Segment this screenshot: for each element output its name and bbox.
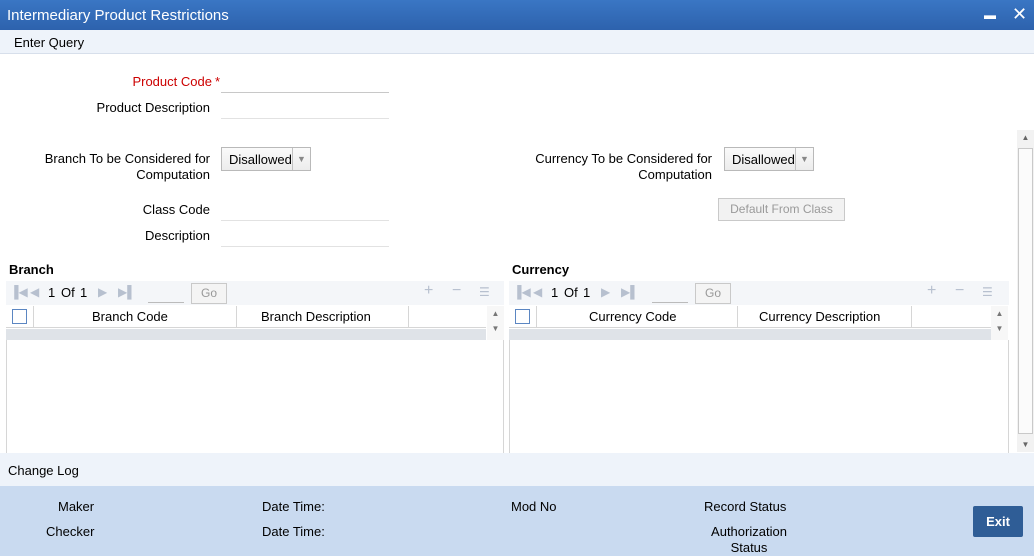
close-icon[interactable]: ✕ [1012, 4, 1027, 25]
scroll-down-icon[interactable]: ▼ [1017, 440, 1034, 449]
scroll-up-icon: ▲ [995, 309, 1004, 318]
next-page-icon[interactable]: ▶ [601, 285, 610, 299]
branch-go-button[interactable]: Go [191, 283, 227, 304]
currency-grid-body [509, 340, 1009, 453]
last-page-icon[interactable]: ▶▌ [118, 285, 136, 299]
product-code-input[interactable] [221, 69, 389, 93]
currency-consider-label: Currency To be Considered for Computatio… [535, 151, 712, 182]
first-page-icon[interactable]: ▐◀ [10, 285, 28, 299]
checker-date-time-label: Date Time: [262, 524, 325, 539]
maker-label: Maker [58, 499, 95, 514]
window-title: Intermediary Product Restrictions [7, 7, 229, 24]
delete-row-icon[interactable]: − [452, 282, 461, 300]
required-mark: * [214, 74, 220, 89]
change-log-title[interactable]: Change Log [8, 463, 79, 478]
page-scrollbar[interactable]: ▲ ▼ [1017, 130, 1034, 452]
column-currency-code[interactable]: Currency Code [589, 309, 676, 324]
branch-page-input[interactable] [148, 302, 184, 303]
currency-page-input[interactable] [652, 302, 688, 303]
audit-footer: Maker Checker Date Time: Date Time: Mod … [0, 486, 1034, 556]
prev-page-icon[interactable]: ◀ [533, 285, 542, 299]
product-description-label: Product Description [96, 100, 210, 115]
next-page-icon[interactable]: ▶ [98, 285, 107, 299]
branch-page-total: 1 [80, 285, 88, 300]
scroll-up-icon[interactable]: ▲ [1017, 133, 1034, 142]
chevron-down-icon: ▼ [795, 148, 813, 170]
currency-grid-scrollbar[interactable]: ▲ ▼ [991, 306, 1008, 340]
delete-row-icon[interactable]: − [955, 282, 964, 300]
first-page-icon[interactable]: ▐◀ [513, 285, 531, 299]
enter-query-menu[interactable]: Enter Query [14, 35, 84, 50]
branch-grid-body [6, 340, 504, 453]
select-all-checkbox[interactable] [12, 309, 27, 324]
branch-grid-scrollbar[interactable]: ▲ ▼ [487, 306, 504, 340]
chevron-down-icon: ▼ [292, 148, 310, 170]
branch-grid-header: Branch Code Branch Description [6, 306, 486, 328]
currency-page-total: 1 [583, 285, 591, 300]
table-row[interactable] [509, 329, 991, 340]
product-code-label: Product Code * [132, 74, 220, 89]
branch-consider-label: Branch To be Considered for Computation [44, 151, 210, 182]
description-label: Description [144, 228, 210, 243]
default-from-class-button[interactable]: Default From Class [718, 198, 845, 221]
table-row[interactable] [6, 329, 486, 340]
select-all-checkbox[interactable] [515, 309, 530, 324]
last-page-icon[interactable]: ▶▌ [621, 285, 639, 299]
column-currency-description[interactable]: Currency Description [759, 309, 880, 324]
currency-go-button[interactable]: Go [695, 283, 731, 304]
maker-date-time-label: Date Time: [262, 499, 325, 514]
product-description-field [221, 95, 389, 119]
class-code-field[interactable] [221, 197, 389, 221]
currency-page-of: Of [564, 285, 578, 300]
scrollbar-thumb[interactable] [1018, 148, 1033, 434]
column-branch-code[interactable]: Branch Code [92, 309, 168, 324]
scroll-down-icon: ▼ [491, 324, 500, 333]
currency-page-current: 1 [551, 285, 559, 300]
single-view-icon[interactable]: ☰ [982, 285, 993, 299]
prev-page-icon[interactable]: ◀ [30, 285, 39, 299]
checker-label: Checker [46, 524, 95, 539]
mod-no-label: Mod No [511, 499, 557, 514]
description-field [221, 223, 389, 247]
record-status-label: Record Status [704, 499, 787, 514]
authorization-status-label: Authorization Status [711, 524, 787, 555]
class-code-label: Class Code [142, 202, 210, 217]
currency-grid-toolbar: ▐◀ ◀ 1 Of 1 ▶ ▶▌ Go + − ☰ [509, 281, 1009, 305]
branch-consider-select[interactable]: Disallowed ▼ [221, 147, 311, 171]
branch-section-title: Branch [9, 262, 54, 277]
add-row-icon[interactable]: + [927, 282, 936, 300]
branch-page-of: Of [61, 285, 75, 300]
scroll-up-icon: ▲ [491, 309, 500, 318]
branch-page-current: 1 [48, 285, 56, 300]
menu-bar: Enter Query [0, 30, 1034, 54]
scroll-down-icon: ▼ [995, 324, 1004, 333]
minimize-icon[interactable]: ▬ [984, 8, 996, 22]
currency-consider-value: Disallowed [732, 152, 795, 167]
add-row-icon[interactable]: + [424, 282, 433, 300]
currency-section-title: Currency [512, 262, 570, 277]
single-view-icon[interactable]: ☰ [479, 285, 490, 299]
currency-consider-select[interactable]: Disallowed ▼ [724, 147, 814, 171]
window-titlebar: Intermediary Product Restrictions ▬ ✕ [0, 0, 1034, 30]
column-branch-description[interactable]: Branch Description [261, 309, 371, 324]
currency-grid-header: Currency Code Currency Description [509, 306, 991, 328]
branch-grid-toolbar: ▐◀ ◀ 1 Of 1 ▶ ▶▌ Go + − ☰ [6, 281, 504, 305]
exit-button[interactable]: Exit [973, 506, 1023, 537]
change-log-bar: Change Log [0, 453, 1034, 486]
branch-consider-value: Disallowed [229, 152, 292, 167]
